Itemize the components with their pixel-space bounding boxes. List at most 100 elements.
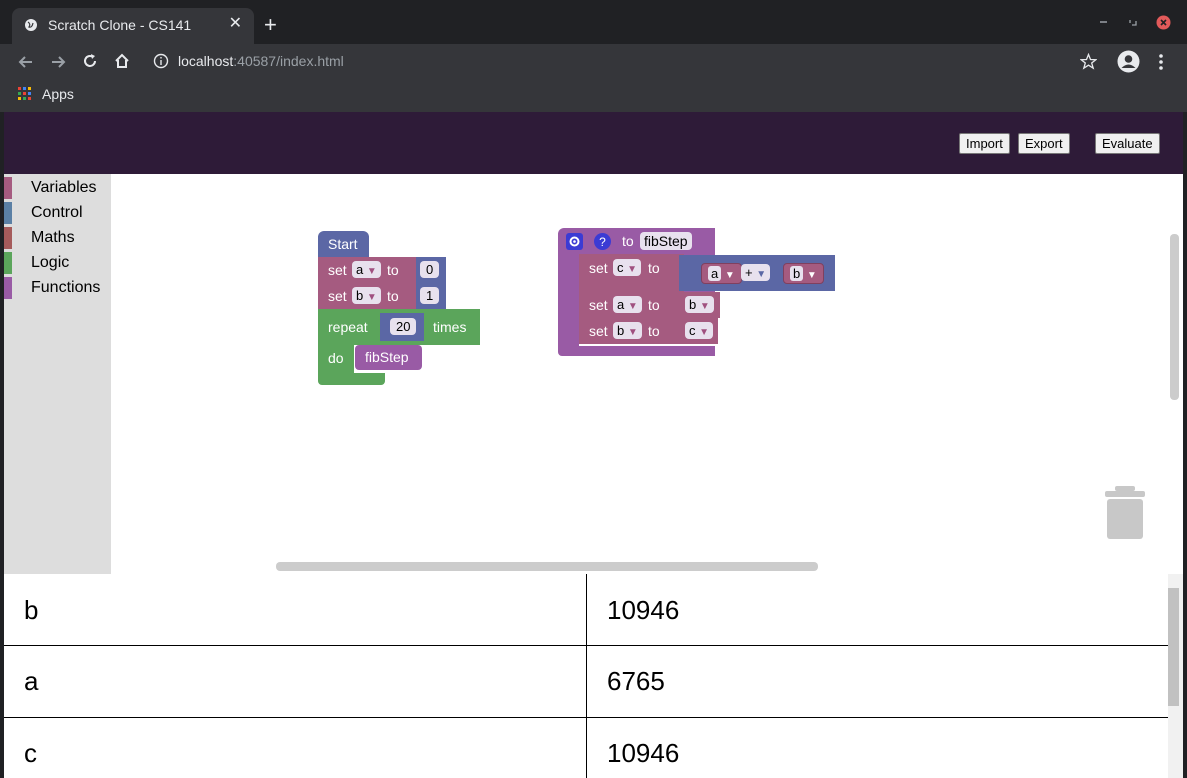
to-label: to [387,288,399,304]
workspace-vertical-scrollbar[interactable] [1170,234,1179,400]
function-name: fibStep [644,233,688,249]
toolbox-category-logic[interactable]: Logic [4,252,111,274]
set-label: set [589,323,608,339]
repeat-count-block[interactable]: 20 [380,313,424,341]
start-label: Start [328,236,358,252]
variable-dropdown[interactable]: b ▼ [352,287,381,304]
variable-dropdown[interactable]: a ▼ [613,296,642,313]
set-label: set [589,260,608,276]
tab-close-icon[interactable]: ✕ [229,16,242,32]
export-button[interactable]: Export [1018,133,1070,154]
do-label: do [328,350,344,366]
to-label: to [387,262,399,278]
variable-dropdown[interactable]: c ▼ [613,259,642,276]
table-scrollbar[interactable] [1168,588,1179,706]
category-label: Functions [31,279,101,296]
number-block[interactable]: 1 [416,283,446,309]
repeat-bottom [318,373,385,385]
tab-title: Scratch Clone - CS141 [48,17,192,33]
dropdown-arrow-icon: ▼ [724,270,735,281]
category-color-bar [4,252,12,274]
repeat-count-field[interactable]: 20 [390,318,417,335]
url-path: :40587/index.html [233,53,344,69]
set-a-block[interactable]: set a ▼ to [318,257,419,283]
dropdown-arrow-icon: ▼ [627,327,638,338]
category-color-bar [4,177,12,199]
variable-name: a [356,262,364,277]
info-icon[interactable] [153,53,169,69]
variable-getter-block[interactable]: c ▼ [680,318,718,344]
set-b-block[interactable]: set b ▼ to [579,318,680,344]
set-label: set [328,288,347,304]
set-b-block[interactable]: set b ▼ to [318,283,419,309]
toolbox-category-maths[interactable]: Maths [4,227,111,249]
variable-name-cell: a [24,666,39,696]
toolbox-category-functions[interactable]: Functions [4,277,111,299]
reload-icon[interactable] [81,52,99,70]
account-icon[interactable] [1117,50,1140,73]
repeat-do-arm: do [318,345,354,373]
table-row: c 10946 [4,717,1168,778]
new-tab-button[interactable]: + [264,14,277,36]
browser-tab[interactable]: Scratch Clone - CS141 ✕ [12,8,254,44]
times-label: times [433,319,467,335]
minimize-icon[interactable] [1099,17,1109,27]
number-field[interactable]: 1 [420,287,440,304]
variable-name: c [689,323,696,338]
variable-name-cell: c [24,738,37,768]
variable-dropdown[interactable]: c ▼ [685,322,714,339]
call-fibstep-block[interactable]: fibStep [355,345,422,370]
call-name: fibStep [365,349,409,365]
help-icon[interactable]: ? [594,233,611,250]
menu-icon[interactable] [1158,53,1164,71]
variable-name: b [689,297,697,312]
restore-icon[interactable] [1128,17,1138,27]
toolbox-category-control[interactable]: Control [4,202,111,224]
variables-table: b 10946 a 6765 c 10946 [4,574,1183,778]
star-icon[interactable] [1080,53,1097,70]
variable-name: a [617,297,625,312]
home-icon[interactable] [113,52,131,70]
set-label: set [589,297,608,313]
apps-grid-icon[interactable] [18,87,32,101]
operator: + [745,265,753,280]
blockly-workspace[interactable]: Variables Control Maths Logic Functions Star… [4,174,1183,574]
variable-getter-a[interactable]: a ▼ [701,263,742,284]
evaluate-button[interactable]: Evaluate [1095,133,1160,154]
table-row: a 6765 [4,645,1168,718]
set-a-block[interactable]: set a ▼ to [579,292,680,318]
dropdown-arrow-icon: ▼ [699,327,710,338]
toolbox-category-variables[interactable]: Variables [4,177,111,199]
number-field[interactable]: 0 [420,261,440,278]
bookmark-apps[interactable]: Apps [42,86,74,102]
number-block[interactable]: 0 [416,257,446,283]
variable-dropdown[interactable]: b ▼ [685,296,714,313]
variable-getter-b[interactable]: b ▼ [783,263,824,284]
forward-icon[interactable] [49,53,67,71]
operator-dropdown[interactable]: + ▼ [741,264,771,281]
trash-icon[interactable] [1103,486,1147,542]
category-label: Variables [31,179,97,196]
category-color-bar [4,277,12,299]
function-name-field[interactable]: fibStep [640,232,692,250]
dropdown-arrow-icon: ▼ [627,264,638,275]
to-label: to [648,297,660,313]
arithmetic-block[interactable]: a ▼ + ▼ b ▼ [679,255,835,291]
url-host: localhost [178,53,234,69]
gear-icon[interactable] [566,233,583,250]
variable-dropdown[interactable]: a ▼ [352,261,381,278]
set-c-block[interactable]: set c ▼ to [579,254,684,292]
variable-value-cell: 6765 [607,666,665,696]
start-hat-block[interactable]: Start [318,231,369,257]
back-icon[interactable] [17,53,35,71]
to-label: to [622,233,634,249]
variable-dropdown[interactable]: b ▼ [613,322,642,339]
close-icon[interactable] [1156,15,1171,30]
address-bar[interactable]: localhost:40587/index.html [178,53,344,69]
import-button[interactable]: Import [959,133,1010,154]
variable-getter-block[interactable]: b ▼ [680,292,720,318]
workspace-horizontal-scrollbar[interactable] [276,562,818,571]
variable-value-cell: 10946 [607,595,680,625]
dropdown-arrow-icon: ▼ [806,270,817,281]
browser-tab-bar: Scratch Clone - CS141 ✕ + [0,0,1187,44]
